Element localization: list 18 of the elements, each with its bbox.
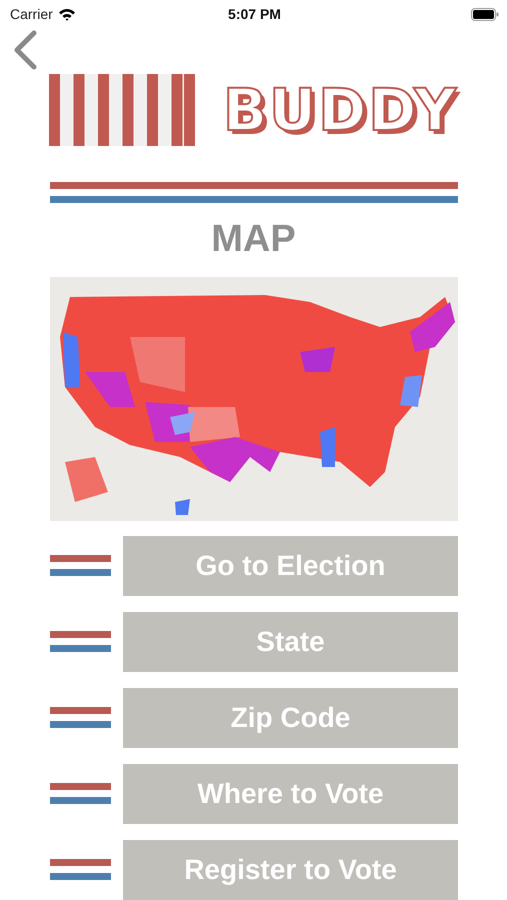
back-icon[interactable] [12, 30, 38, 70]
menu-button[interactable]: Zip Code [123, 688, 458, 748]
logo-text: BUDDY [222, 75, 458, 146]
stripes-icon [50, 555, 111, 577]
page-title: MAP [211, 217, 296, 261]
stripes-icon [50, 707, 111, 729]
menu-button[interactable]: Register to Vote [123, 840, 458, 900]
status-time: 5:07 PM [228, 6, 281, 22]
stripes-icon [50, 631, 111, 653]
stripes-icon [50, 783, 111, 805]
menu-button[interactable]: State [123, 612, 458, 672]
wifi-icon [58, 8, 76, 20]
battery-icon [470, 8, 499, 20]
menu-button[interactable]: Where to Vote [123, 764, 458, 824]
carrier-label: Carrier [10, 6, 53, 22]
stripes-logo-icon [48, 74, 195, 146]
menu-button[interactable]: Go to Election [123, 536, 458, 596]
stripes-icon [50, 859, 111, 881]
